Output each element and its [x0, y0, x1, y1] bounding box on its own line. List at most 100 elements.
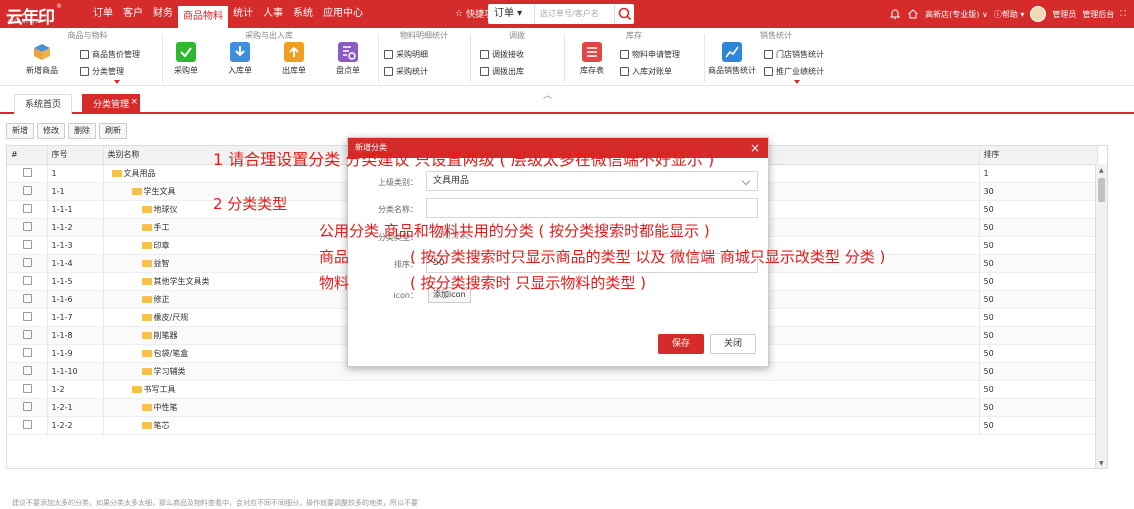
inventory-table-button[interactable]: 库存表: [570, 42, 614, 76]
row-checkbox[interactable]: [23, 347, 32, 357]
add-button[interactable]: 新增: [6, 123, 34, 139]
inbound-order-button[interactable]: 入库单: [218, 42, 262, 76]
table-row[interactable]: 1-2 书写工具 50: [7, 380, 1098, 399]
order-type-select[interactable]: 订单 ▾: [488, 4, 534, 24]
table-row[interactable]: 1-2-2 笔芯 50: [7, 416, 1098, 435]
scroll-down-icon[interactable]: ▼: [1099, 460, 1104, 467]
nav-item-apps[interactable]: 应用中心: [318, 0, 368, 28]
category-name-input[interactable]: [426, 198, 758, 218]
close-button[interactable]: 关闭: [710, 334, 756, 354]
purchase-order-button[interactable]: 采购单: [164, 42, 208, 76]
nav-item-finance[interactable]: 财务: [148, 0, 178, 28]
row-checkbox[interactable]: [23, 167, 32, 177]
annotation-line-4-text: ( 按分类搜索时只显示商品的类型 以及 微信端 商城只显示改类型 分类 ): [410, 248, 886, 266]
close-icon[interactable]: ×: [750, 138, 760, 158]
folder-icon: [141, 223, 152, 231]
scroll-thumb[interactable]: [1098, 178, 1105, 202]
nav-item-stats[interactable]: 统计: [228, 0, 258, 28]
row-sort: 50: [979, 218, 1098, 237]
transfer-out-label: 调拨出库: [492, 67, 524, 76]
save-button[interactable]: 保存: [658, 334, 704, 354]
nav-item-products[interactable]: 商品物料: [178, 6, 228, 28]
transfer-out-button[interactable]: 调拨出库: [480, 66, 524, 77]
product-sales-stats-button[interactable]: 商品销售统计: [706, 42, 758, 76]
row-checkbox[interactable]: [23, 275, 32, 285]
parent-category-select[interactable]: 文具用品: [426, 171, 758, 191]
tab-category-management[interactable]: 分类管理 ×: [82, 92, 141, 114]
inbound-order-label: 入库单: [228, 66, 252, 75]
row-checkbox[interactable]: [23, 401, 32, 411]
row-checkbox[interactable]: [23, 203, 32, 213]
new-product-button[interactable]: 新增商品: [20, 42, 64, 76]
price-management-button[interactable]: 商品售价管理: [80, 49, 140, 60]
edit-button[interactable]: 修改: [37, 123, 65, 139]
row-sort: 50: [979, 326, 1098, 345]
avatar[interactable]: [1030, 6, 1047, 22]
admin-link[interactable]: 管理后台: [1082, 9, 1114, 20]
bell-icon[interactable]: [889, 8, 901, 20]
purchase-stats-label: 采购统计: [396, 67, 428, 76]
home-icon[interactable]: [907, 8, 919, 20]
inventory-table-label: 库存表: [580, 66, 604, 75]
refresh-button[interactable]: 刷新: [99, 123, 127, 139]
help-menu[interactable]: ⓘ帮助 ▾: [994, 9, 1025, 20]
ribbon-group-transfer: 调拨 调拨接收 调拨出库: [472, 28, 562, 86]
nav-item-orders[interactable]: 订单: [88, 0, 118, 28]
user-name[interactable]: 管理员: [1052, 9, 1076, 20]
row-checkbox[interactable]: [23, 419, 32, 429]
row-seq: 1: [47, 164, 104, 183]
category-name-text: 笔芯: [153, 420, 170, 430]
row-seq: 1-1-4: [47, 254, 104, 273]
category-management-button[interactable]: 分类管理: [80, 66, 124, 77]
category-name-text: 益智: [153, 258, 170, 268]
order-search-button[interactable]: [614, 4, 634, 24]
row-checkbox[interactable]: [23, 257, 32, 267]
row-checkbox-cell: [7, 362, 48, 381]
row-checkbox[interactable]: [23, 311, 32, 321]
row-checkbox[interactable]: [23, 383, 32, 393]
nav-item-system[interactable]: 系统: [288, 0, 318, 28]
store-sales-stats-button[interactable]: 门店销售统计: [764, 49, 824, 60]
footer-hint: 建议不要添加太多的分类，如果分类太多太细，那么商品及物料查看中，会对应不同不同细…: [12, 499, 418, 507]
row-checkbox[interactable]: [23, 293, 32, 303]
row-checkbox[interactable]: [23, 185, 32, 195]
fullscreen-icon[interactable]: ⛶: [1120, 9, 1126, 19]
group-title: 采购与出入库: [245, 31, 293, 40]
purchase-detail-button[interactable]: 采购明细: [384, 49, 428, 60]
order-search-input[interactable]: 选订单号/客户名: [534, 4, 614, 24]
brand-logo[interactable]: 云年印 YUNNIYIN ®: [6, 3, 66, 28]
outbound-order-button[interactable]: 出库单: [272, 42, 316, 76]
tab-home[interactable]: 系统首页: [14, 94, 73, 114]
category-management-label: 分类管理: [92, 67, 124, 76]
table-row[interactable]: 1-2-1 中性笔 50: [7, 398, 1098, 417]
row-checkbox[interactable]: [23, 365, 32, 375]
scroll-up-icon[interactable]: ▲: [1099, 167, 1104, 174]
nav-item-hr[interactable]: 人事: [258, 0, 288, 28]
group-title: 商品与物料: [67, 31, 108, 40]
active-caret-icon: [794, 80, 800, 84]
row-checkbox-cell: [7, 416, 48, 435]
row-checkbox[interactable]: [23, 329, 32, 339]
row-checkbox[interactable]: [23, 239, 32, 249]
row-checkbox-cell: [7, 236, 48, 255]
stocktake-button[interactable]: 盘点单: [326, 42, 370, 76]
vertical-scrollbar[interactable]: ▲ ▼: [1095, 164, 1107, 468]
purchase-stats-button[interactable]: 采购统计: [384, 66, 428, 77]
row-sort: 30: [979, 182, 1098, 201]
row-seq: 1-1-9: [47, 344, 104, 363]
promo-stats-button[interactable]: 推广业绩统计: [764, 66, 824, 77]
download-icon: [230, 42, 250, 62]
delete-button[interactable]: 删除: [68, 123, 96, 139]
row-category-name: 中性笔: [103, 398, 980, 417]
inbound-reconcile-button[interactable]: 入库对账单: [620, 66, 672, 77]
close-icon[interactable]: ×: [130, 92, 138, 112]
material-request-button[interactable]: 物料申请管理: [620, 49, 680, 60]
store-selector[interactable]: 高新店(专业版) ∨: [925, 9, 988, 20]
transfer-receive-button[interactable]: 调拨接收: [480, 49, 524, 60]
row-checkbox[interactable]: [23, 221, 32, 231]
star-icon: ☆: [455, 8, 464, 19]
row-checkbox-cell: [7, 182, 48, 201]
column-header-sort[interactable]: 排序: [979, 146, 1098, 165]
ribbon-divider: [470, 34, 471, 82]
nav-item-customers[interactable]: 客户: [118, 0, 148, 28]
